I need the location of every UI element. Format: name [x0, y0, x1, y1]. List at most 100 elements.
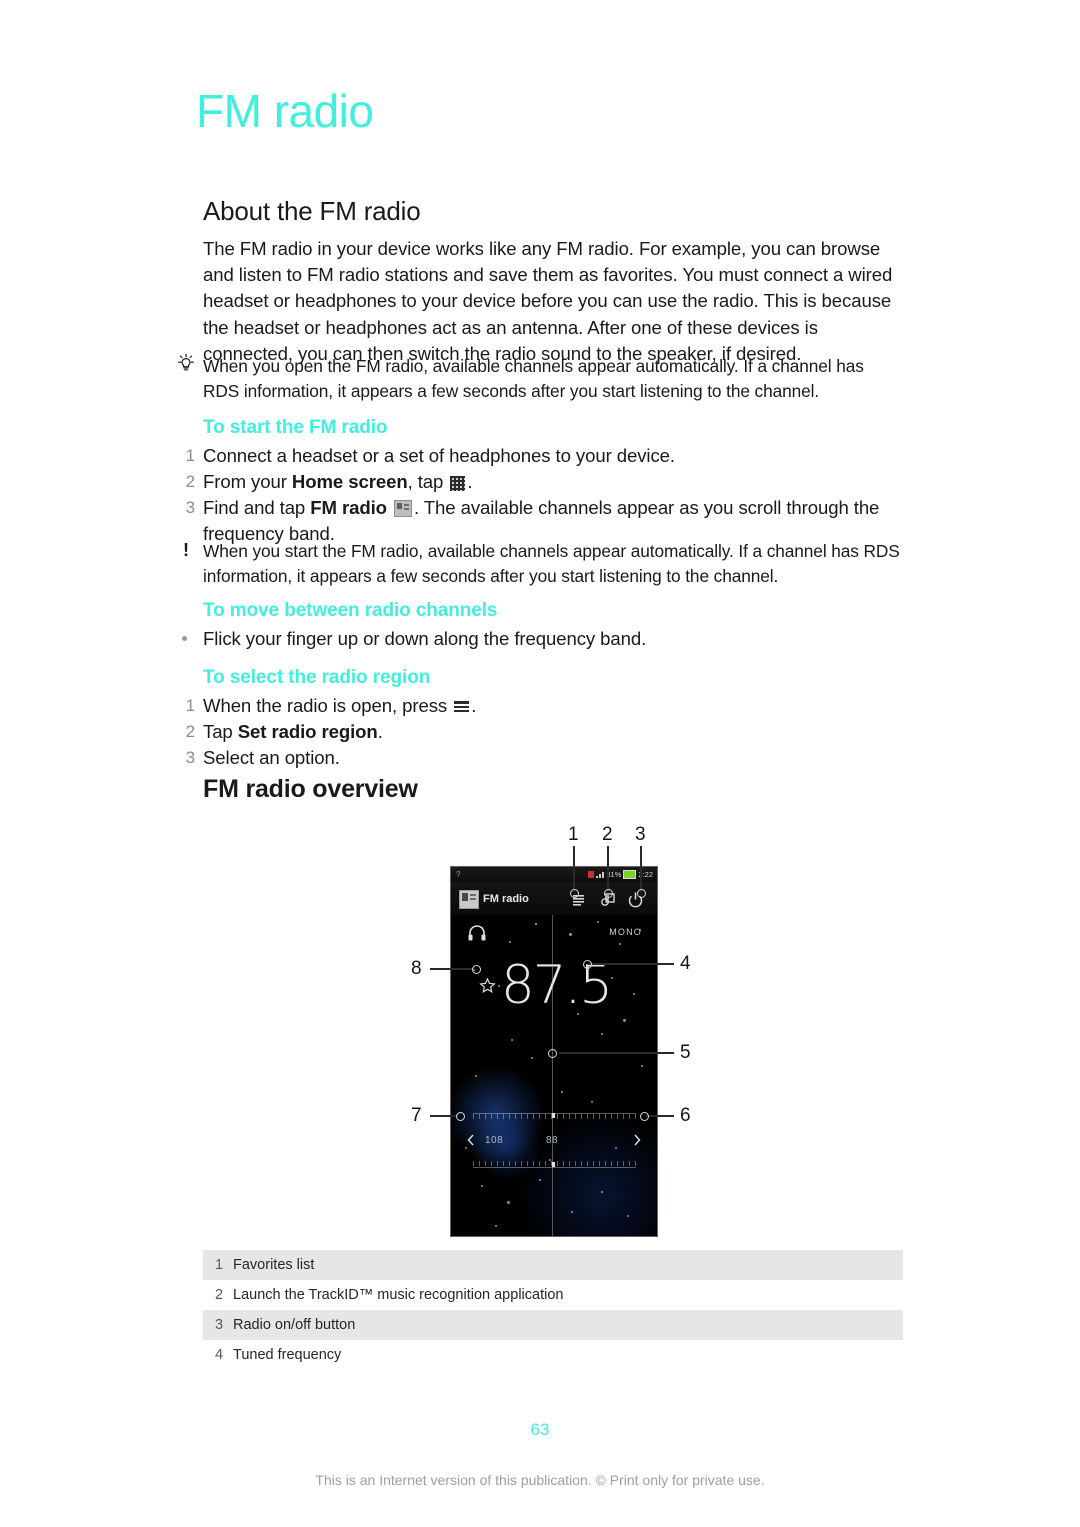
table-row: 3 Radio on/off button — [203, 1310, 903, 1340]
step-number: 1 — [185, 446, 195, 465]
callout-3: 3 — [635, 824, 646, 845]
step-item: 1 Connect a headset or a set of headphon… — [186, 443, 913, 469]
battery-percent-label: 31% — [606, 870, 622, 879]
callout-3-leader — [640, 846, 642, 892]
table-row: 1 Favorites list — [203, 1250, 903, 1280]
row-description: Favorites list — [233, 1257, 315, 1273]
step-bold-term: Home screen — [291, 471, 408, 492]
phone-screenshot: ? 31% 2:22 FM radio MONO 87.5 108 88 — [450, 866, 658, 1237]
step-text: Tap — [203, 721, 238, 742]
band-right-frequency-label: 88 — [546, 1135, 559, 1146]
callout-5-nub — [548, 1049, 557, 1058]
page-title: FM radio — [196, 85, 374, 137]
callout-1: 1 — [568, 824, 579, 845]
phone-status-bar: ? 31% 2:22 — [451, 867, 657, 882]
clock-label: 2:22 — [638, 870, 653, 879]
step-text: When the radio is open, press — [203, 695, 448, 716]
step-item: 2 From your Home screen, tap . — [186, 469, 913, 495]
step-item: 3 Select an option. — [186, 745, 913, 771]
procedure-heading-start: To start the FM radio — [203, 417, 388, 438]
callout-8-leader — [430, 968, 474, 970]
phone-radio-screen: MONO 87.5 108 88 — [451, 915, 657, 1236]
power-icon[interactable] — [627, 891, 644, 908]
callout-4-nub — [583, 960, 592, 969]
band-left-frequency-label: 108 — [485, 1135, 504, 1146]
step-text: Select an option. — [203, 747, 340, 768]
band-bottom-ticks — [473, 1161, 636, 1166]
table-row: 2 Launch the TrackID™ music recognition … — [203, 1280, 903, 1310]
callout-2-nub — [604, 889, 613, 898]
step-tail: . — [471, 695, 477, 716]
step-bold-term: FM radio — [310, 497, 387, 518]
chevron-left-icon[interactable] — [465, 1133, 477, 1147]
band-top-rule — [473, 1113, 636, 1114]
step-text: Connect a headset or a set of headphones… — [203, 445, 675, 466]
band-top-ticks — [473, 1114, 636, 1119]
bullet-icon — [182, 636, 187, 641]
callout-3-nub — [637, 889, 646, 898]
callout-7-nub — [456, 1112, 465, 1121]
tuning-indicator-line — [552, 915, 553, 1236]
step-tail: . — [467, 471, 473, 492]
overview-reference-table: 1 Favorites list 2 Launch the TrackID™ m… — [203, 1250, 903, 1370]
trackid-icon[interactable] — [599, 891, 616, 908]
callout-7: 7 — [411, 1105, 422, 1126]
band-bottom-marker — [552, 1162, 555, 1167]
step-number: 3 — [185, 498, 195, 517]
callout-6: 6 — [680, 1105, 691, 1126]
callout-5: 5 — [680, 1042, 691, 1063]
app-grid-icon — [450, 476, 466, 491]
tuned-frequency: 87.5 — [501, 955, 613, 1016]
procedure-steps-start: 1 Connect a headset or a set of headphon… — [186, 443, 913, 547]
procedure-heading-region: To select the radio region — [203, 667, 431, 688]
warning-note: ! When you start the FM radio, available… — [183, 539, 903, 588]
status-left-glyph: ? — [456, 870, 461, 879]
menu-icon — [454, 701, 470, 714]
callout-6-nub — [640, 1112, 649, 1121]
step-text: Find and tap — [203, 497, 311, 518]
fm-radio-app-icon — [394, 500, 412, 517]
warning-note-text: When you start the FM radio, available c… — [203, 541, 900, 586]
step-item: 1 When the radio is open, press . — [186, 693, 913, 719]
star-icon[interactable] — [479, 977, 496, 994]
step-text-post: , tap — [407, 471, 444, 492]
callout-8-nub — [472, 965, 481, 974]
procedure-heading-move: To move between radio channels — [203, 600, 498, 621]
starfield-background — [451, 915, 657, 1236]
row-number: 2 — [215, 1287, 224, 1303]
step-number: 3 — [185, 748, 195, 767]
callout-1-leader — [573, 846, 575, 892]
page-number: 63 — [530, 1420, 550, 1439]
callout-1-nub — [570, 889, 579, 898]
tip-note: When you open the FM radio, available ch… — [178, 354, 903, 403]
frequency-band[interactable]: 108 88 — [451, 1113, 657, 1168]
document-page: FM radio About the FM radio The FM radio… — [0, 0, 1080, 1527]
procedure-steps-region: 1 When the radio is open, press . 2 Tap … — [186, 693, 913, 771]
step-number: 2 — [185, 472, 195, 491]
section-heading-about: About the FM radio — [203, 196, 421, 226]
chevron-right-icon[interactable] — [631, 1133, 643, 1147]
row-description: Radio on/off button — [233, 1317, 356, 1333]
step-text-post: . — [377, 721, 383, 742]
row-number: 3 — [215, 1317, 224, 1333]
callout-2-leader — [607, 846, 609, 892]
callout-8: 8 — [411, 958, 422, 979]
row-number: 4 — [215, 1347, 224, 1363]
step-item: 2 Tap Set radio region. — [186, 719, 913, 745]
step-text: From your — [203, 471, 292, 492]
band-bottom-rule — [473, 1167, 636, 1168]
app-title: FM radio — [483, 893, 529, 905]
favorites-list-icon[interactable] — [571, 891, 588, 908]
callout-5-leader — [559, 1052, 674, 1054]
signal-bars-icon — [596, 871, 605, 878]
notification-icon — [588, 871, 595, 878]
exclamation-icon: ! — [183, 540, 189, 560]
band-top-marker — [552, 1113, 555, 1118]
callout-2: 2 — [602, 824, 613, 845]
row-description: Launch the TrackID™ music recognition ap… — [233, 1287, 564, 1303]
battery-icon — [623, 870, 637, 879]
callout-6-leader — [646, 1115, 674, 1117]
lightbulb-icon — [175, 354, 197, 379]
step-number: 1 — [185, 696, 195, 715]
list-item: Flick your finger up or down along the f… — [182, 626, 913, 652]
